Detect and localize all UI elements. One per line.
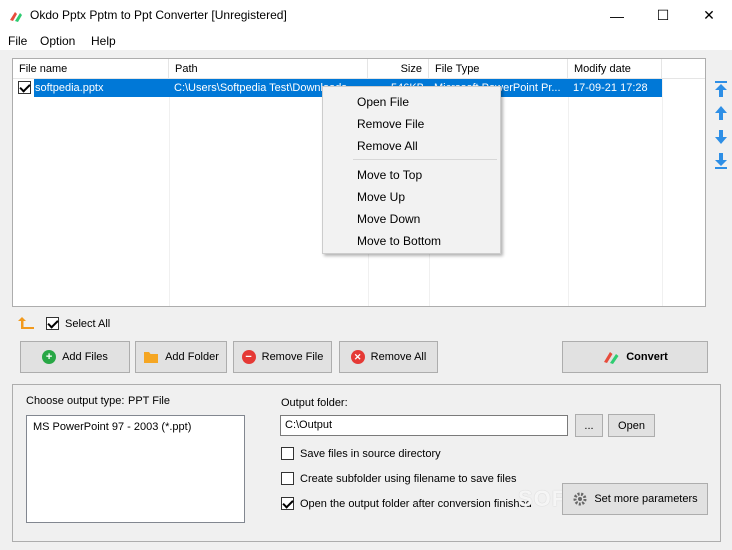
ctx-move-to-bottom[interactable]: Move to Bottom — [357, 234, 441, 248]
grid-line — [169, 79, 170, 306]
clear-icon: ✕ — [350, 350, 365, 364]
column-header-filler — [662, 59, 705, 79]
move-to-top-icon[interactable] — [713, 79, 729, 99]
close-button[interactable]: ✕ — [686, 0, 732, 31]
ctx-separator — [353, 159, 497, 160]
window-title: Okdo Pptx Pptm to Ppt Converter [Unregis… — [30, 8, 287, 22]
add-files-label: Add Files — [62, 351, 108, 363]
move-up-icon[interactable] — [713, 103, 729, 123]
maximize-button[interactable]: ☐ — [640, 0, 686, 31]
menu-file[interactable]: File — [8, 34, 27, 48]
gear-icon — [573, 492, 587, 506]
open-button[interactable]: Open — [608, 414, 655, 437]
menu-bar: File Option Help — [0, 31, 732, 51]
ctx-move-down[interactable]: Move Down — [357, 212, 420, 226]
app-logo-icon — [10, 12, 22, 22]
set-parameters-button[interactable]: Set more parameters — [562, 483, 708, 515]
minus-icon: − — [241, 350, 256, 364]
cell-modify-date[interactable]: 17-09-21 17:28 — [568, 79, 662, 97]
grid-line — [568, 79, 569, 306]
ctx-remove-file[interactable]: Remove File — [357, 117, 424, 131]
minimize-button[interactable]: — — [594, 0, 640, 31]
output-folder-label: Output folder: — [281, 397, 348, 409]
grid-line — [662, 79, 663, 306]
row-checkbox[interactable] — [18, 81, 31, 94]
remove-all-button[interactable]: ✕ Remove All — [339, 341, 438, 373]
create-subfolder-checkbox[interactable] — [281, 472, 294, 485]
remove-file-button[interactable]: − Remove File — [233, 341, 332, 373]
option-save-in-source[interactable]: Save files in source directory — [281, 447, 441, 460]
row-checkbox-cell[interactable] — [14, 79, 34, 97]
output-type-list[interactable]: MS PowerPoint 97 - 2003 (*.ppt) — [26, 415, 245, 523]
add-folder-label: Add Folder — [165, 351, 219, 363]
ctx-open-file[interactable]: Open File — [357, 95, 409, 109]
cell-file-name[interactable]: softpedia.pptx — [34, 79, 169, 97]
create-subfolder-label: Create subfolder using filename to save … — [300, 472, 517, 485]
save-in-source-label: Save files in source directory — [300, 447, 441, 460]
select-all-toggle[interactable]: Select All — [46, 317, 110, 330]
convert-button[interactable]: Convert — [562, 341, 708, 373]
select-all-label: Select All — [65, 317, 111, 330]
open-output-folder-label: Open the output folder after conversion … — [300, 497, 532, 510]
add-files-button[interactable]: + Add Files — [20, 341, 130, 373]
convert-icon — [604, 352, 619, 364]
column-header-file-type[interactable]: File Type — [429, 59, 568, 79]
title-bar: Okdo Pptx Pptm to Ppt Converter [Unregis… — [0, 0, 732, 31]
menu-help[interactable]: Help — [91, 34, 116, 48]
ctx-move-to-top[interactable]: Move to Top — [357, 168, 422, 182]
move-down-icon[interactable] — [713, 127, 729, 147]
move-to-bottom-icon[interactable] — [713, 151, 729, 171]
column-header-path[interactable]: Path — [169, 59, 368, 79]
ctx-move-up[interactable]: Move Up — [357, 190, 405, 204]
set-parameters-label: Set more parameters — [594, 493, 698, 505]
output-folder-input[interactable]: C:\Output — [280, 415, 568, 436]
output-type-option[interactable]: MS PowerPoint 97 - 2003 (*.ppt) — [33, 421, 191, 433]
option-create-subfolder[interactable]: Create subfolder using filename to save … — [281, 472, 516, 485]
menu-option[interactable]: Option — [40, 34, 75, 48]
folder-icon — [144, 352, 159, 363]
option-open-output-folder[interactable]: Open the output folder after conversion … — [281, 497, 532, 510]
save-in-source-checkbox[interactable] — [281, 447, 294, 460]
remove-file-label: Remove File — [261, 351, 324, 363]
open-output-folder-checkbox[interactable] — [281, 497, 294, 510]
output-type-label: Choose output type: — [26, 395, 125, 407]
column-header-size[interactable]: Size — [368, 59, 429, 79]
remove-all-label: Remove All — [370, 351, 427, 363]
add-icon: + — [42, 350, 57, 364]
context-menu: Open File Remove File Remove All Move to… — [322, 86, 501, 254]
select-all-checkbox[interactable] — [46, 317, 59, 330]
output-type-value: PPT File — [128, 395, 170, 407]
add-folder-button[interactable]: Add Folder — [135, 341, 227, 373]
browse-button[interactable]: ... — [575, 414, 603, 437]
column-header-modify-date[interactable]: Modify date — [568, 59, 662, 79]
up-folder-icon[interactable] — [18, 316, 36, 333]
ctx-remove-all[interactable]: Remove All — [357, 139, 418, 153]
convert-label: Convert — [626, 351, 668, 363]
column-header-file-name[interactable]: File name — [13, 59, 169, 79]
